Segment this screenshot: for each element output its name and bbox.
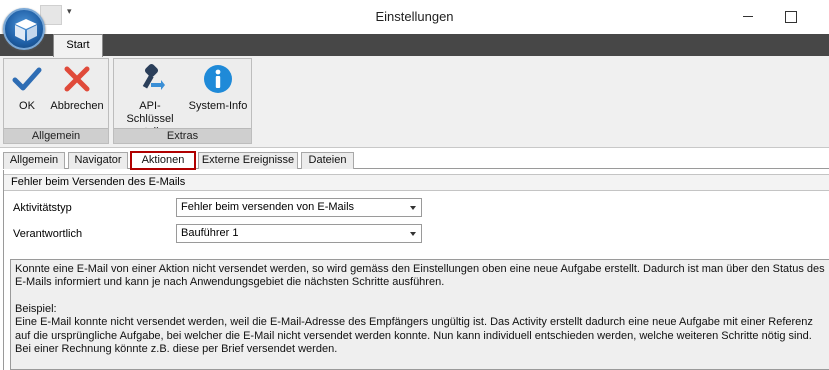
checkmark-icon bbox=[12, 67, 42, 91]
ok-button[interactable]: OK bbox=[10, 63, 44, 113]
chevron-down-icon bbox=[410, 206, 416, 210]
verantwortlich-select[interactable]: Bauführer 1 bbox=[176, 224, 422, 243]
tab-navigator[interactable]: Navigator bbox=[68, 152, 128, 169]
ribbon-group-extras: API-Schlüssel erstellen System-Info Extr… bbox=[113, 58, 252, 144]
ribbon-tab-strip bbox=[0, 34, 829, 56]
settings-tabs: Allgemein Navigator Aktionen Externe Ere… bbox=[3, 151, 829, 170]
tab-allgemein[interactable]: Allgemein bbox=[3, 152, 65, 169]
verantwortlich-value: Bauführer 1 bbox=[181, 227, 239, 239]
section-title: Fehler beim Versenden des E-Mails bbox=[4, 174, 829, 191]
abbrechen-label: Abbrechen bbox=[50, 100, 104, 112]
chevron-down-icon bbox=[410, 232, 416, 236]
ribbon-tab-start[interactable]: Start bbox=[53, 34, 103, 57]
key-arrow-icon bbox=[142, 63, 165, 90]
window-title: Einstellungen bbox=[375, 9, 454, 24]
tab-dateien[interactable]: Dateien bbox=[301, 152, 354, 169]
ribbon-group-label-extras: Extras bbox=[114, 128, 251, 143]
maximize-button[interactable] bbox=[776, 4, 806, 28]
description-box: Konnte eine E-Mail von einer Aktion nich… bbox=[10, 259, 829, 370]
title-bar: ▾ Einstellungen bbox=[0, 0, 829, 34]
verantwortlich-label: Verantwortlich bbox=[13, 228, 83, 240]
aktivitaetstyp-select[interactable]: Fehler beim versenden von E-Mails bbox=[176, 198, 422, 217]
cube-logo-icon bbox=[15, 19, 37, 41]
ribbon-group-allgemein: OK Abbrechen Allgemein bbox=[3, 58, 109, 144]
app-menu-button[interactable] bbox=[3, 8, 45, 50]
minimize-button[interactable] bbox=[733, 4, 763, 28]
ribbon: OK Abbrechen Allgemein API-Schlüssel ers… bbox=[0, 56, 829, 148]
tab-aktionen[interactable]: Aktionen bbox=[130, 151, 196, 170]
aktivitaetstyp-value: Fehler beim versenden von E-Mails bbox=[181, 201, 355, 213]
system-info-button[interactable]: System-Info bbox=[186, 63, 250, 113]
aktivitaetstyp-label: Aktivitätstyp bbox=[13, 202, 72, 214]
abbrechen-button[interactable]: Abbrechen bbox=[48, 63, 106, 113]
example-heading: Beispiel: bbox=[15, 302, 57, 315]
tab-externe-ereignisse[interactable]: Externe Ereignisse bbox=[198, 152, 298, 169]
info-icon bbox=[204, 65, 232, 93]
ribbon-group-label-allgemein: Allgemein bbox=[4, 128, 108, 143]
x-icon bbox=[64, 66, 90, 92]
ok-label: OK bbox=[19, 100, 35, 112]
description-paragraph: Konnte eine E-Mail von einer Aktion nich… bbox=[15, 263, 825, 289]
system-info-label: System-Info bbox=[188, 100, 248, 112]
example-paragraph: Eine E-Mail konnte nicht versendet werde… bbox=[15, 316, 813, 356]
tab-content-aktionen: Fehler beim Versenden des E-Mails Aktivi… bbox=[3, 170, 829, 370]
